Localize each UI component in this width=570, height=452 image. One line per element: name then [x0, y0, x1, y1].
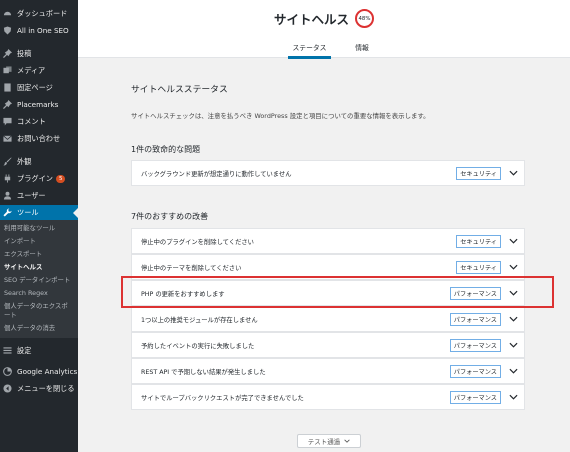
submenu-import[interactable]: インポート: [0, 235, 78, 248]
page-icon: [3, 83, 12, 92]
admin-sidebar: ダッシュボード All in One SEO 投稿 メディア 固定ページ Pla…: [0, 0, 78, 452]
issue-category-badge: パフォーマンス: [449, 390, 501, 404]
menu-label: 設定: [17, 345, 32, 355]
issue-category-badge: セキュリティ: [456, 234, 501, 248]
pin-icon: [3, 100, 12, 109]
menu-label: コメント: [17, 116, 46, 126]
plugin-icon: [3, 174, 12, 183]
pin-icon: [3, 49, 12, 58]
tools-submenu: 利用可能なツール インポート エクスポート サイトヘルス SEO データインポー…: [0, 220, 78, 338]
menu-comments[interactable]: コメント: [0, 114, 78, 129]
menu-label: メディア: [17, 65, 46, 75]
issue-label: 停止中のテーマを削除してください: [141, 264, 242, 272]
menu-label: ユーザー: [17, 190, 46, 200]
highlight-box: [121, 276, 554, 308]
section-title: サイトヘルスステータス: [131, 85, 228, 95]
submenu-seo-data-import[interactable]: SEO データインポート: [0, 274, 78, 287]
chevron-down-icon[interactable]: [507, 391, 519, 403]
menu-plugins[interactable]: プラグイン 5: [0, 171, 78, 186]
menu-posts[interactable]: 投稿: [0, 46, 78, 61]
submenu-personal-data-export[interactable]: 個人データのエクスポート: [0, 300, 74, 322]
tab-info[interactable]: 情報: [351, 42, 373, 52]
menu-contact[interactable]: お問い合わせ: [0, 131, 78, 146]
menu-label: ツール: [17, 207, 39, 217]
submenu-export[interactable]: エクスポート: [0, 248, 78, 261]
media-icon: [3, 66, 12, 75]
passed-tests-button[interactable]: テスト通過: [297, 434, 361, 448]
user-icon: [3, 191, 12, 200]
menu-label: ダッシュボード: [17, 8, 68, 18]
submenu-search-regex[interactable]: Search Regex: [0, 287, 78, 300]
issue-label: 1つ以上の推奨モジュールが存在しません: [141, 316, 258, 324]
submenu-available-tools[interactable]: 利用可能なツール: [0, 222, 78, 235]
menu-collapse[interactable]: メニューを閉じる: [0, 381, 78, 396]
chevron-down-icon[interactable]: [507, 339, 519, 351]
menu-label: お問い合わせ: [17, 133, 61, 143]
submenu-personal-data-erase[interactable]: 個人データの消去: [0, 322, 78, 335]
wrench-icon: [3, 208, 12, 217]
menu-all-in-one-seo[interactable]: All in One SEO: [0, 23, 78, 38]
issue-label: REST API で予期しない結果が発生しました: [141, 368, 266, 376]
section-description: サイトヘルスチェックは、注意を払うべき WordPress 設定と項目についての…: [131, 112, 430, 120]
issue-category-badge: セキュリティ: [456, 260, 501, 274]
issue-category-badge: パフォーマンス: [449, 338, 501, 352]
submenu-site-health[interactable]: サイトヘルス: [0, 261, 78, 274]
collapse-icon: [3, 384, 12, 393]
recommended-improvements-heading: 7件のおすすめの改善: [131, 212, 209, 221]
issue-label: バックグラウンド更新が想定通りに動作していません: [141, 170, 292, 178]
brush-icon: [3, 157, 12, 166]
issue-category-badge: パフォーマンス: [449, 312, 501, 326]
menu-appearance[interactable]: 外観: [0, 154, 78, 169]
menu-users[interactable]: ユーザー: [0, 188, 78, 203]
site-health-header: サイトヘルス 48% ステータス 情報: [78, 0, 570, 59]
issue-row[interactable]: 停止中のプラグインを削除してください セキュリティ: [131, 228, 525, 254]
shield-icon: [3, 26, 12, 35]
active-menu-arrow: [73, 208, 78, 218]
settings-icon: [3, 346, 12, 355]
menu-settings[interactable]: 設定: [0, 343, 78, 358]
page-title: サイトヘルス: [273, 12, 349, 27]
chevron-down-icon: [344, 439, 350, 443]
issue-row[interactable]: サイトでループバックリクエストが完了できませんでした パフォーマンス: [131, 384, 525, 410]
issue-category-badge: セキュリティ: [456, 166, 501, 180]
menu-google-analytics[interactable]: Google Analytics: [0, 364, 78, 379]
chevron-down-icon[interactable]: [507, 235, 519, 247]
issue-row[interactable]: REST API で予期しない結果が発生しました パフォーマンス: [131, 358, 525, 384]
issue-row[interactable]: 1つ以上の推奨モジュールが存在しません パフォーマンス: [131, 306, 525, 332]
chevron-down-icon[interactable]: [507, 365, 519, 377]
menu-label: Placemarks: [17, 100, 59, 109]
update-count-badge: 5: [55, 174, 66, 183]
menu-label: 投稿: [17, 48, 32, 58]
issue-label: サイトでループバックリクエストが完了できませんでした: [141, 394, 304, 402]
menu-label: 外観: [17, 156, 32, 166]
comment-icon: [3, 117, 12, 126]
menu-dashboard[interactable]: ダッシュボード: [0, 6, 78, 21]
menu-label: Google Analytics: [17, 367, 78, 376]
issue-label: 停止中のプラグインを削除してください: [141, 238, 254, 246]
menu-placemarks[interactable]: Placemarks: [0, 97, 78, 112]
analytics-icon: [3, 367, 12, 376]
chevron-down-icon[interactable]: [507, 313, 519, 325]
issue-category-badge: パフォーマンス: [449, 364, 501, 378]
chevron-down-icon[interactable]: [507, 167, 519, 179]
issue-label: 予約したイベントの実行に失敗しました: [141, 342, 255, 350]
critical-issues-heading: 1件の致命的な問題: [131, 145, 201, 154]
issue-row[interactable]: バックグラウンド更新が想定通りに動作していません セキュリティ: [131, 160, 525, 186]
menu-label: メニューを閉じる: [17, 383, 75, 393]
chevron-down-icon[interactable]: [507, 261, 519, 273]
tab-status[interactable]: ステータス: [288, 42, 331, 59]
mail-icon: [3, 134, 12, 143]
health-score-indicator: 48%: [355, 9, 374, 28]
issue-row[interactable]: 予約したイベントの実行に失敗しました パフォーマンス: [131, 332, 525, 358]
dashboard-icon: [3, 9, 12, 18]
menu-pages[interactable]: 固定ページ: [0, 80, 78, 95]
menu-label: プラグイン: [17, 173, 53, 183]
menu-label: All in One SEO: [17, 26, 69, 35]
menu-label: 固定ページ: [17, 82, 53, 92]
passed-tests-label: テスト通過: [307, 438, 341, 446]
menu-tools[interactable]: ツール: [0, 205, 78, 220]
menu-media[interactable]: メディア: [0, 63, 78, 78]
